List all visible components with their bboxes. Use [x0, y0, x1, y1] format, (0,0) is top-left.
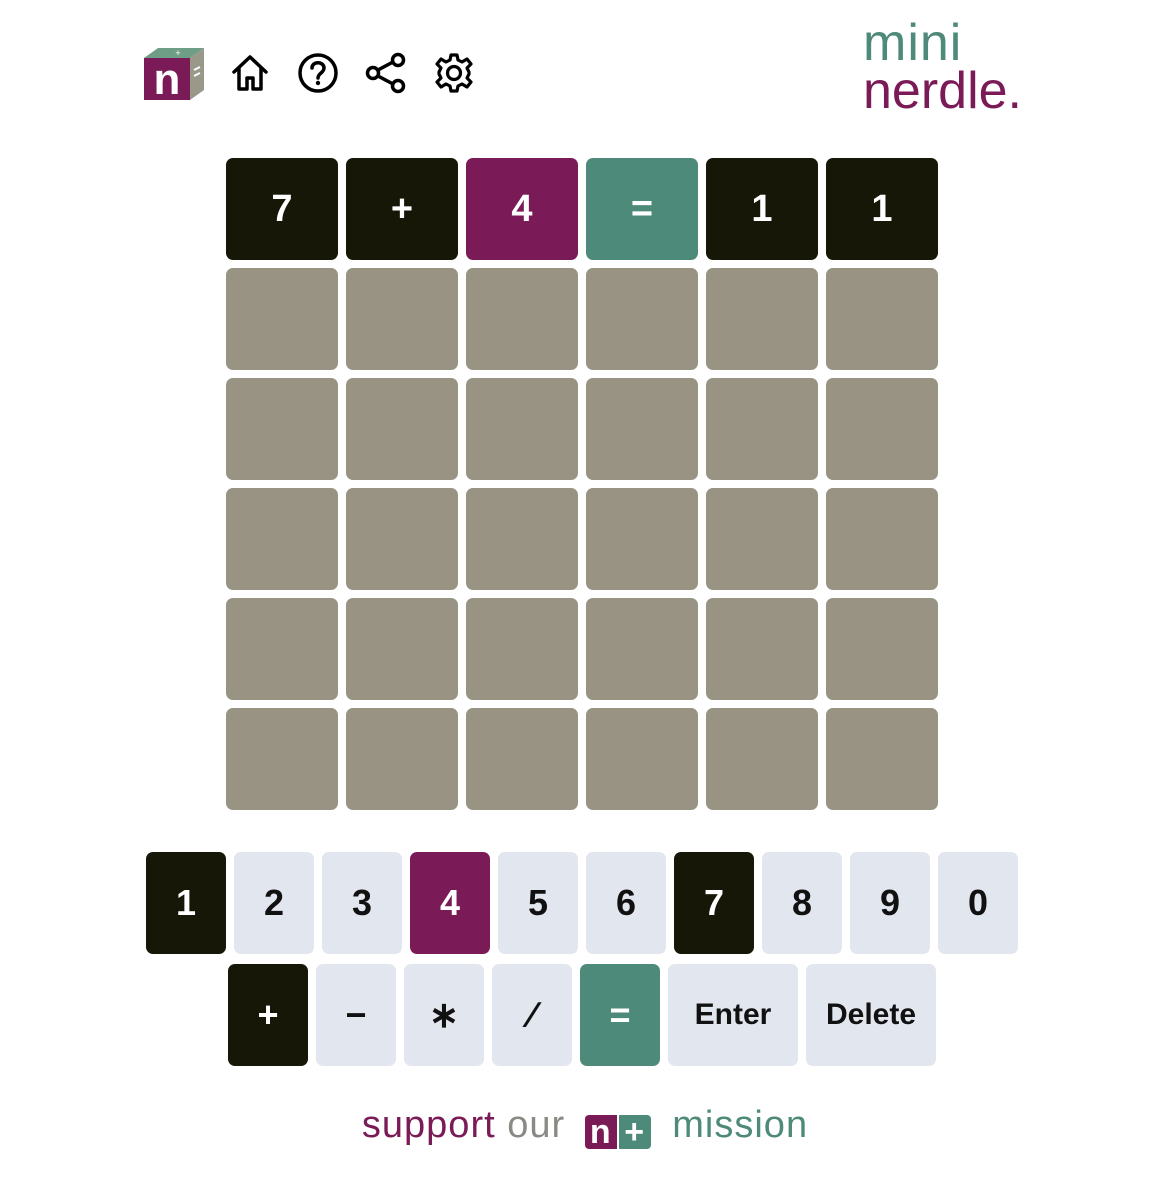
footer-word-support: support: [361, 1104, 496, 1146]
board-tile: 1: [826, 158, 938, 260]
key-minus[interactable]: −: [316, 964, 396, 1066]
badge-plus: +: [618, 1115, 651, 1149]
board-tile: +: [346, 158, 458, 260]
board-tile: [826, 378, 938, 480]
board-tile: [346, 708, 458, 810]
board-tile: [226, 488, 338, 590]
board-tile: [706, 378, 818, 480]
board-tile: [346, 488, 458, 590]
board-tile: [586, 378, 698, 480]
board-tile: [706, 268, 818, 370]
nerdle-logo-icon[interactable]: n +: [140, 44, 208, 104]
help-icon[interactable]: [296, 51, 340, 95]
board-tile: [466, 268, 578, 370]
key-2[interactable]: 2: [234, 852, 314, 954]
keyboard-operator-row: + − ∗ ∕ = Enter Delete: [228, 964, 936, 1066]
support-link[interactable]: support our n + mission: [0, 1104, 1170, 1149]
footer-word-mission: mission: [672, 1104, 809, 1146]
enter-button[interactable]: Enter: [668, 964, 798, 1066]
board-tile: 7: [226, 158, 338, 260]
board-tile: [466, 598, 578, 700]
game-board: 7 +4 = 1 1: [226, 158, 938, 810]
keyboard-number-row: 1234567890: [146, 852, 1018, 954]
key-multiply[interactable]: ∗: [404, 964, 484, 1066]
logo-letter: n: [154, 55, 181, 104]
badge-n: n: [584, 1115, 617, 1149]
key-7[interactable]: 7: [674, 852, 754, 954]
board-tile: [466, 708, 578, 810]
svg-text:+: +: [175, 48, 180, 58]
board-tile: [706, 598, 818, 700]
board-tile: 4: [466, 158, 578, 260]
board-tile: [226, 268, 338, 370]
board-tile: [466, 378, 578, 480]
board-tile: [586, 488, 698, 590]
board-tile: [226, 598, 338, 700]
key-3[interactable]: 3: [322, 852, 402, 954]
board-tile: [826, 268, 938, 370]
key-5[interactable]: 5: [498, 852, 578, 954]
board-tile: [706, 488, 818, 590]
board-tile: 1: [706, 158, 818, 260]
brand-line-nerdle: nerdle.: [863, 61, 1022, 120]
nerdle-plus-badge: n +: [584, 1115, 651, 1149]
key-9[interactable]: 9: [850, 852, 930, 954]
key-1[interactable]: 1: [146, 852, 226, 954]
board-tile: [346, 598, 458, 700]
board-tile: [226, 378, 338, 480]
board-tile: [346, 268, 458, 370]
board-tile: =: [586, 158, 698, 260]
board-tile: [586, 598, 698, 700]
key-divide[interactable]: ∕: [492, 964, 572, 1066]
brand-line-mini: mini: [863, 14, 963, 72]
key-0[interactable]: 0: [938, 852, 1018, 954]
key-4[interactable]: 4: [410, 852, 490, 954]
footer-word-our: our: [507, 1104, 566, 1146]
header: n + mini nerdle.: [0, 0, 1170, 140]
delete-button[interactable]: Delete: [806, 964, 936, 1066]
board-tile: [826, 488, 938, 590]
key-plus[interactable]: +: [228, 964, 308, 1066]
board-tile: [826, 708, 938, 810]
key-6[interactable]: 6: [586, 852, 666, 954]
settings-icon[interactable]: [432, 51, 476, 95]
home-icon[interactable]: [228, 51, 272, 95]
board-tile: [586, 268, 698, 370]
key-8[interactable]: 8: [762, 852, 842, 954]
board-tile: [706, 708, 818, 810]
board-tile: [586, 708, 698, 810]
share-icon[interactable]: [364, 51, 408, 95]
board-tile: [826, 598, 938, 700]
board-tile: [346, 378, 458, 480]
board-tile: [226, 708, 338, 810]
brand-wordmark: mini nerdle.: [863, 14, 1022, 120]
board-tile: [466, 488, 578, 590]
key-equals[interactable]: =: [580, 964, 660, 1066]
